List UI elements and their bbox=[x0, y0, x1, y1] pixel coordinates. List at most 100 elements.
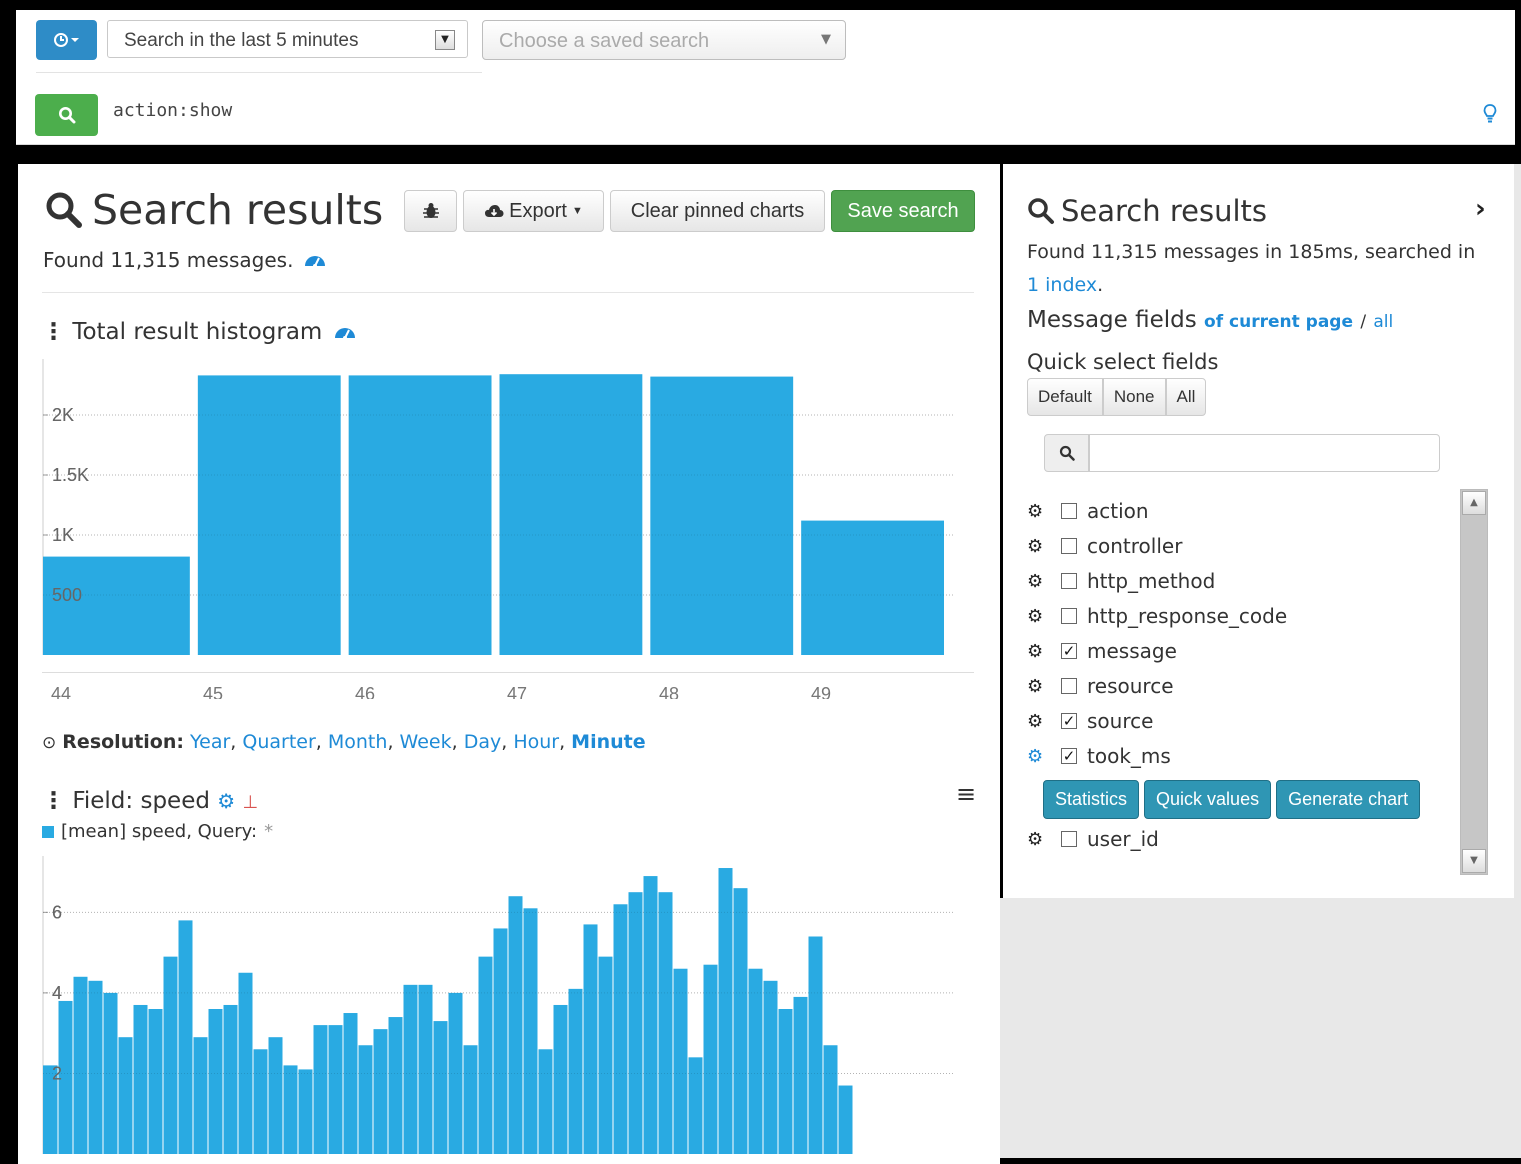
bar bbox=[348, 375, 492, 655]
resolution-minute[interactable]: Minute bbox=[571, 731, 645, 753]
field-list-scrollbar[interactable]: ▲ ▼ bbox=[1460, 489, 1488, 875]
bar bbox=[499, 374, 643, 655]
bar bbox=[178, 920, 193, 1154]
field-actions: Statistics Quick values Generate chart bbox=[1043, 780, 1421, 819]
gear-icon[interactable]: ⚙ bbox=[217, 789, 235, 813]
bar bbox=[823, 1045, 838, 1154]
scroll-up-arrow[interactable]: ▲ bbox=[1462, 491, 1486, 515]
field-row-action[interactable]: ⚙ action bbox=[1027, 494, 1149, 528]
field-row-took_ms[interactable]: ⚙ ✓ took_ms bbox=[1027, 739, 1171, 773]
saved-search-select[interactable]: Choose a saved search ▼ bbox=[482, 20, 846, 60]
field-row-resource[interactable]: ⚙ resource bbox=[1027, 669, 1174, 703]
debug-button[interactable] bbox=[404, 190, 457, 232]
field-checkbox[interactable] bbox=[1061, 538, 1077, 554]
statistics-button[interactable]: Statistics bbox=[1043, 780, 1140, 819]
bar bbox=[118, 1037, 133, 1154]
quick-values-button[interactable]: Quick values bbox=[1144, 780, 1272, 819]
gear-icon[interactable]: ⚙ bbox=[1027, 746, 1045, 767]
resolution-hour[interactable]: Hour bbox=[513, 731, 559, 753]
drag-handle-icon[interactable]: ⋮ bbox=[42, 788, 65, 814]
time-range-type-button[interactable] bbox=[36, 20, 97, 60]
resolution-year[interactable]: Year bbox=[190, 731, 230, 753]
all-button[interactable]: All bbox=[1165, 378, 1207, 416]
search-button[interactable] bbox=[35, 94, 98, 136]
message-fields-label: Message fields bbox=[1027, 307, 1197, 333]
dashboard-icon[interactable] bbox=[304, 251, 326, 269]
current-page-link[interactable]: of current page bbox=[1204, 312, 1353, 332]
resolution-quarter[interactable]: Quarter bbox=[242, 731, 315, 753]
drag-handle-icon[interactable]: ⋮ bbox=[42, 319, 65, 345]
field-row-user_id[interactable]: ⚙ user_id bbox=[1027, 822, 1159, 856]
resolution-month[interactable]: Month bbox=[328, 731, 388, 753]
divider bbox=[42, 672, 974, 673]
bar bbox=[583, 924, 598, 1154]
search-query-input[interactable]: action:show bbox=[113, 100, 232, 121]
summary-suffix: . bbox=[1097, 274, 1104, 296]
field-row-controller[interactable]: ⚙ controller bbox=[1027, 529, 1182, 563]
gear-icon[interactable]: ⚙ bbox=[1027, 606, 1045, 627]
bar bbox=[523, 908, 538, 1154]
all-fields-link[interactable]: all bbox=[1373, 312, 1393, 332]
index-link[interactable]: 1 index bbox=[1027, 274, 1097, 296]
field-checkbox[interactable]: ✓ bbox=[1061, 643, 1077, 659]
gear-icon[interactable]: ⚙ bbox=[1027, 711, 1045, 732]
field-checkbox[interactable] bbox=[1061, 678, 1077, 694]
y-tick-label: 4 bbox=[52, 983, 62, 1003]
histogram-title: ⋮ Total result histogram bbox=[42, 319, 356, 345]
field-row-source[interactable]: ⚙ ✓ source bbox=[1027, 704, 1153, 738]
field-filter-input[interactable] bbox=[1089, 434, 1440, 472]
save-search-button[interactable]: Save search bbox=[831, 190, 975, 232]
chart-menu-icon[interactable]: ≡ bbox=[956, 780, 976, 808]
field-checkbox[interactable]: ✓ bbox=[1061, 748, 1077, 764]
quick-select-label: Quick select fields bbox=[1027, 350, 1219, 374]
field-name: resource bbox=[1087, 674, 1174, 698]
y-tick-label: 2 bbox=[52, 1063, 62, 1083]
y-tick-label: 2K bbox=[52, 405, 74, 425]
gear-icon[interactable]: ⚙ bbox=[1027, 641, 1045, 662]
field-name: took_ms bbox=[1087, 744, 1171, 768]
gear-icon[interactable]: ⚙ bbox=[1027, 501, 1045, 522]
resolution-week[interactable]: Week bbox=[400, 731, 452, 753]
field-checkbox[interactable] bbox=[1061, 573, 1077, 589]
y-tick-label: 6 bbox=[52, 902, 62, 922]
histogram-chart[interactable]: 5001K1.5K2K5001K1.5K2K444546474849 bbox=[38, 359, 978, 699]
bug-icon bbox=[422, 203, 439, 218]
bar bbox=[268, 1037, 283, 1154]
field-row-message[interactable]: ⚙ ✓ message bbox=[1027, 634, 1177, 668]
bar bbox=[673, 968, 688, 1154]
generate-chart-button[interactable]: Generate chart bbox=[1276, 780, 1421, 819]
pin-icon[interactable]: ⊥ bbox=[243, 792, 259, 813]
gear-icon[interactable]: ⚙ bbox=[1027, 829, 1045, 850]
lightbulb-icon[interactable] bbox=[1482, 103, 1498, 125]
field-checkbox[interactable] bbox=[1061, 831, 1077, 847]
field-chart-title-text: Field: speed bbox=[72, 788, 210, 814]
gear-icon[interactable]: ⚙ bbox=[1027, 571, 1045, 592]
field-checkbox[interactable] bbox=[1061, 608, 1077, 624]
field-row-http_response_code[interactable]: ⚙ http_response_code bbox=[1027, 599, 1287, 633]
field-row-http_method[interactable]: ⚙ http_method bbox=[1027, 564, 1215, 598]
histogram-title-text: Total result histogram bbox=[72, 319, 323, 345]
time-range-select[interactable]: Search in the last 5 minutes ▼ bbox=[107, 20, 468, 58]
scroll-down-arrow[interactable]: ▼ bbox=[1462, 849, 1486, 873]
dashboard-icon[interactable] bbox=[334, 323, 356, 341]
gear-icon[interactable]: ⚙ bbox=[1027, 676, 1045, 697]
resolution-day[interactable]: Day bbox=[464, 731, 502, 753]
export-button[interactable]: Export ▼ bbox=[463, 190, 604, 232]
clock-icon: ⊙ bbox=[42, 733, 57, 753]
chevron-down-icon[interactable]: ▼ bbox=[435, 30, 455, 50]
bar bbox=[388, 1017, 403, 1154]
bar bbox=[598, 956, 613, 1154]
field-checkbox[interactable] bbox=[1061, 503, 1077, 519]
gear-icon[interactable]: ⚙ bbox=[1027, 536, 1045, 557]
chevron-right-icon[interactable]: › bbox=[1475, 194, 1486, 224]
separator: , bbox=[230, 731, 243, 753]
background bbox=[1000, 898, 1521, 1158]
speed-chart[interactable]: 246246 bbox=[38, 854, 978, 1154]
quick-select-buttons: Default None All bbox=[1027, 378, 1207, 416]
field-checkbox[interactable]: ✓ bbox=[1061, 713, 1077, 729]
default-button[interactable]: Default bbox=[1027, 378, 1103, 416]
clear-pinned-charts-button[interactable]: Clear pinned charts bbox=[610, 190, 825, 232]
none-button[interactable]: None bbox=[1102, 378, 1166, 416]
x-tick-label: 46 bbox=[355, 684, 375, 699]
bar bbox=[650, 376, 794, 655]
